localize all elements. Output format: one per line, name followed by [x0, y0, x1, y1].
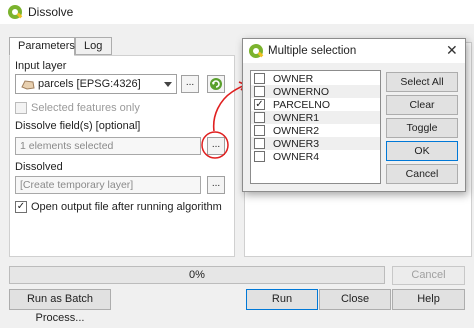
clear-selection-button[interactable]: Clear Selection: [386, 95, 458, 129]
item-label: OWNER3: [273, 138, 320, 150]
selected-features-label: Selected features only: [31, 102, 140, 114]
tab-parameters[interactable]: Parameters: [9, 37, 75, 56]
item-label: OWNERNO: [273, 86, 329, 98]
list-item[interactable]: OWNER3: [251, 137, 380, 150]
field-list: OWNER OWNERNO ✓ PARCELNO OWNER1 OWNER2 O…: [250, 70, 381, 184]
list-item[interactable]: OWNER2: [251, 124, 380, 137]
polygon-layer-icon: [21, 80, 35, 90]
open-output-label: Open output file after running algorithm: [31, 201, 222, 213]
item-label: OWNER2: [273, 125, 320, 137]
dialog-title-bar: Multiple selection ✕: [243, 39, 465, 63]
item-checkbox[interactable]: ✓: [254, 99, 265, 110]
iterate-button[interactable]: [207, 75, 225, 93]
help-button[interactable]: Help: [392, 289, 465, 310]
title-bar: Dissolve: [0, 0, 474, 24]
select-all-button[interactable]: Select All: [386, 72, 458, 92]
progress-bar: 0%: [9, 266, 385, 284]
run-button[interactable]: Run: [246, 289, 318, 310]
item-checkbox[interactable]: [254, 86, 265, 97]
item-checkbox[interactable]: [254, 138, 265, 149]
dialog-title: Multiple selection: [268, 45, 357, 57]
input-layer-combo[interactable]: parcels [EPSG:4326]: [15, 74, 177, 94]
item-checkbox[interactable]: [254, 125, 265, 136]
close-button[interactable]: Close: [319, 289, 391, 310]
window-title: Dissolve: [28, 5, 74, 19]
tab-log[interactable]: Log: [75, 37, 112, 55]
checkmark-icon: ✓: [255, 99, 264, 110]
multiple-selection-dialog: Multiple selection ✕ OWNER OWNERNO ✓ PAR…: [242, 38, 466, 192]
item-label: OWNER4: [273, 151, 320, 163]
checkmark-icon: ✓: [16, 201, 26, 212]
list-item[interactable]: OWNER: [251, 72, 380, 85]
dissolved-output-browse-button[interactable]: ...: [207, 176, 225, 194]
item-label: OWNER1: [273, 112, 320, 124]
list-item[interactable]: OWNERNO: [251, 85, 380, 98]
selected-features-checkbox[interactable]: [15, 102, 27, 114]
ok-button[interactable]: OK: [386, 141, 458, 161]
qgis-logo-icon: [8, 5, 22, 19]
chevron-down-icon: [164, 82, 172, 87]
close-icon[interactable]: ✕: [446, 42, 458, 59]
batch-process-button[interactable]: Run as Batch Process...: [9, 289, 111, 324]
dissolve-fields-select-button[interactable]: ...: [207, 137, 225, 155]
qgis-logo-icon: [249, 44, 263, 58]
list-item[interactable]: OWNER4: [251, 150, 380, 163]
progress-text: 0%: [189, 269, 205, 281]
open-output-checkbox[interactable]: ✓: [15, 201, 27, 213]
dissolve-fields-field: 1 elements selected: [15, 137, 201, 155]
item-checkbox[interactable]: [254, 151, 265, 162]
cancel-button[interactable]: Cancel: [392, 266, 465, 285]
input-layer-label: Input layer: [15, 60, 67, 72]
dialog-cancel-button[interactable]: Cancel: [386, 164, 458, 184]
iterate-icon: [210, 78, 222, 90]
dissolve-fields-label: Dissolve field(s) [optional]: [15, 120, 141, 132]
input-layer-value: parcels [EPSG:4326]: [38, 78, 141, 90]
item-label: PARCELNO: [273, 99, 330, 111]
toggle-selection-button[interactable]: Toggle Selection: [386, 118, 458, 152]
item-label: OWNER: [273, 73, 314, 85]
dissolved-output-field[interactable]: [Create temporary layer]: [15, 176, 201, 194]
list-item[interactable]: ✓ PARCELNO: [251, 98, 380, 111]
item-checkbox[interactable]: [254, 73, 265, 84]
item-checkbox[interactable]: [254, 112, 265, 123]
input-layer-browse-button[interactable]: ...: [181, 75, 199, 93]
dissolved-label: Dissolved: [15, 161, 63, 173]
list-item[interactable]: OWNER1: [251, 111, 380, 124]
